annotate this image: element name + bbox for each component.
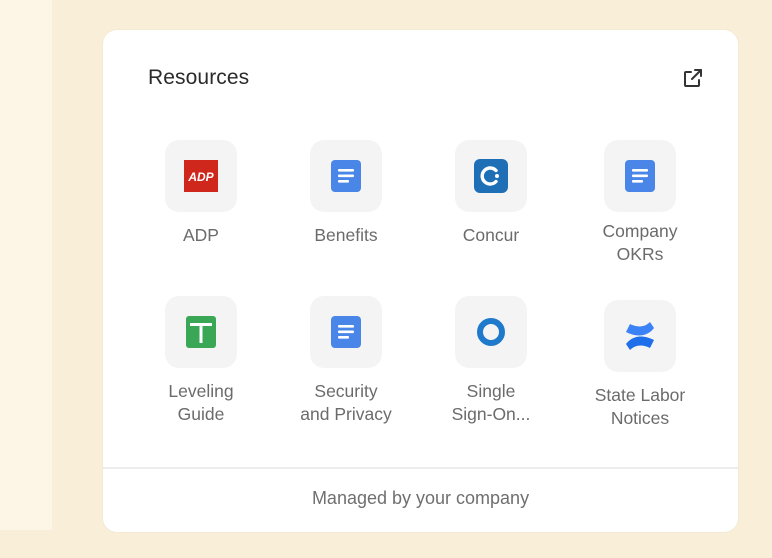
adp-logo-icon: ADP	[165, 140, 237, 212]
resource-label: ADP	[183, 225, 219, 245]
resource-tile-adp[interactable]: ADP ADP	[131, 140, 271, 247]
resource-tile-state-labor-notices[interactable]: State Labor Notices	[570, 300, 710, 430]
document-icon	[310, 140, 382, 212]
spreadsheet-icon	[165, 296, 237, 368]
external-link-icon[interactable]	[681, 66, 705, 90]
resource-label: Single Sign-On...	[451, 381, 531, 424]
resources-card: Resources ADP ADP Benefits Concur Compan…	[103, 30, 738, 532]
sso-ring-icon	[455, 296, 527, 368]
resource-tile-security-and-privacy[interactable]: Security and Privacy	[276, 296, 416, 426]
resource-tile-leveling-guide[interactable]: Leveling Guide	[131, 296, 271, 426]
resource-label: State Labor Notices	[594, 385, 686, 428]
left-panel	[0, 0, 52, 530]
resource-label: Company OKRs	[602, 221, 678, 264]
resource-tile-single-sign-on[interactable]: Single Sign-On...	[421, 296, 561, 426]
concur-logo-icon	[455, 140, 527, 212]
svg-text:ADP: ADP	[187, 170, 214, 184]
resource-tile-concur[interactable]: Concur	[421, 140, 561, 247]
document-icon	[604, 140, 676, 212]
bottom-background	[0, 530, 772, 558]
resource-label: Benefits	[314, 225, 378, 245]
resource-label: Security and Privacy	[300, 381, 392, 424]
card-title: Resources	[148, 66, 250, 89]
resource-label: Leveling Guide	[168, 381, 234, 424]
resource-tile-benefits[interactable]: Benefits	[276, 140, 416, 247]
document-icon	[310, 296, 382, 368]
footer-divider	[103, 467, 738, 469]
confluence-logo-icon	[604, 300, 676, 372]
managed-by-label: Managed by your company	[311, 488, 530, 508]
resource-label: Concur	[462, 225, 520, 245]
resource-tile-company-okrs[interactable]: Company OKRs	[570, 140, 710, 266]
